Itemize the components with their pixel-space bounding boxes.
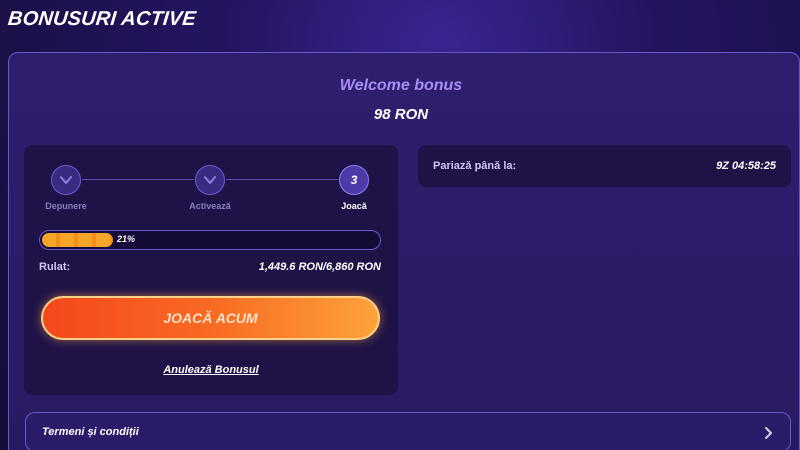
wager-progress-percent: 21% [117,234,136,244]
step-deposit-circle [51,165,81,195]
wager-label: Rulat: [39,261,71,273]
check-chevron-icon [204,176,216,184]
wager-progress-fill [42,233,113,247]
bonus-progress-panel: Depunere Activează 3 Joacă 21% Rulat: 1,… [24,145,398,395]
stepper-connector [226,179,338,180]
step-play-circle: 3 [339,165,369,195]
step-deposit-label: Depunere [45,201,87,211]
deadline-countdown: 9Z 04:58:25 [716,160,776,172]
cancel-bonus-link[interactable]: Anulează Bonusul [24,364,398,376]
stepper-connector [82,179,194,180]
terms-label: Termeni și condiții [42,426,139,438]
step-play-number: 3 [350,173,358,187]
bonus-amount: 98 RON [373,106,429,123]
step-play-label: Joacă [341,201,367,211]
step-activate-circle [195,165,225,195]
play-now-button[interactable]: JOACĂ ACUM [41,296,380,340]
wager-progress-bar: 21% [39,230,381,250]
bonus-name: Welcome bonus [339,77,463,94]
wager-value: 1,449.6 RON/6,860 RON [258,261,381,273]
deadline-label: Pariază până la: [433,160,517,172]
check-chevron-icon [60,176,72,184]
page-title: BONUSURI ACTIVE [6,8,198,30]
chevron-right-icon [765,427,772,439]
wager-deadline-panel: Pariază până la: 9Z 04:58:25 [418,145,791,187]
active-bonus-card: Welcome bonus 98 RON Depunere Activează … [8,52,800,450]
terms-and-conditions-toggle[interactable]: Termeni și condiții [25,412,791,450]
step-activate-label: Activează [189,201,231,211]
